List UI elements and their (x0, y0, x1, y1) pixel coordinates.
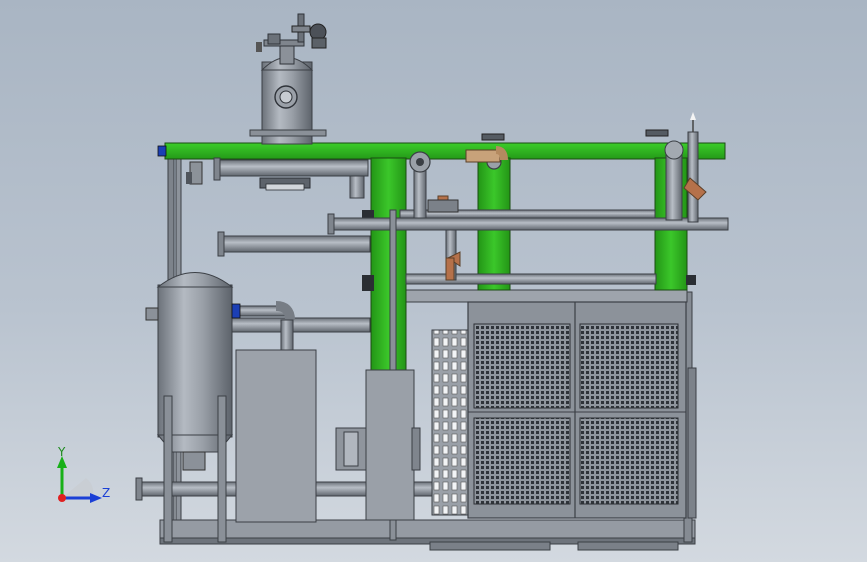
triad-x-axis-dot (58, 494, 66, 502)
top-vessel[interactable] (249, 13, 327, 145)
radiator-cabinet[interactable] (467, 301, 687, 519)
assembly-model-view[interactable]: Y Z (0, 0, 867, 562)
triad-y-label: Y (57, 445, 66, 459)
view-orientation-triad[interactable]: Y Z (57, 445, 110, 503)
triad-z-label: Z (102, 486, 110, 500)
left-vessel[interactable] (145, 272, 241, 543)
control-box (235, 349, 317, 523)
triad-z-arrowhead (90, 493, 102, 503)
vent-panel (431, 329, 473, 516)
cad-viewport[interactable]: Y Z (0, 0, 867, 562)
green-top-beam (164, 142, 726, 160)
center-unit (335, 369, 421, 521)
